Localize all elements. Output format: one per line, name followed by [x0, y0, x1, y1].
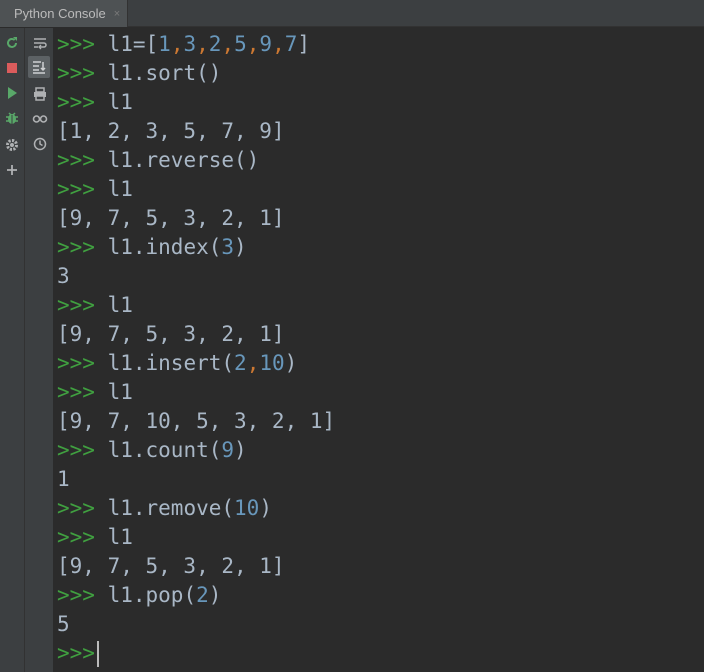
console-input-line: >>> l1 — [57, 88, 704, 117]
code-token: ) — [259, 496, 272, 520]
code-token: 10 — [234, 496, 260, 520]
tab-python-console[interactable]: Python Console × — [0, 0, 128, 27]
console-prompt: >>> — [57, 177, 95, 201]
code-token: ) — [284, 351, 298, 375]
console-prompt: >>> — [57, 380, 95, 404]
console-actions-toolbar — [0, 28, 25, 672]
console-output-line: [1, 2, 3, 5, 7, 9] — [57, 119, 285, 143]
code-token: , — [272, 32, 285, 56]
code-token: 3 — [221, 235, 235, 259]
debug-icon[interactable] — [2, 108, 22, 128]
code-token: , — [246, 351, 260, 375]
code-token: l1.remove( — [107, 496, 235, 520]
code-token: , — [196, 32, 209, 56]
rerun-icon[interactable] — [2, 33, 22, 53]
code-token: 9 — [259, 32, 273, 56]
console-output-line: 3 — [57, 264, 70, 288]
console-input-line: >>> l1=[1,3,2,5,9,7] — [57, 30, 704, 59]
code-token: 1 — [158, 32, 171, 56]
console-input-line: >>> l1.sort() — [57, 59, 704, 88]
code-token: 2 — [208, 32, 222, 56]
console-input-line: >>> l1.reverse() — [57, 146, 704, 175]
code-token: l1.index( — [107, 235, 222, 259]
code-token: 10 — [259, 351, 285, 375]
console-prompt: >>> — [57, 496, 95, 520]
code-token: l1.count( — [107, 438, 222, 462]
code-token: l1 — [107, 525, 133, 549]
code-token: ) — [234, 235, 247, 259]
text-caret — [96, 641, 99, 667]
console-input-line: >>> l1 — [57, 175, 704, 204]
close-icon[interactable]: × — [114, 8, 120, 20]
code-token: 7 — [284, 32, 298, 56]
console-prompt: >>> — [57, 90, 95, 114]
run-icon[interactable] — [2, 83, 22, 103]
code-token: l1 — [107, 90, 133, 114]
code-token: l1.sort() — [107, 61, 222, 85]
console-output-line: [9, 7, 5, 3, 2, 1] — [57, 554, 285, 578]
code-token: l1.insert( — [107, 351, 235, 375]
console-output-line: [9, 7, 10, 5, 3, 2, 1] — [57, 409, 336, 433]
code-token: l1=[ — [107, 32, 159, 56]
console-prompt: >>> — [57, 293, 95, 317]
tab-title: Python Console — [14, 6, 106, 21]
console-input-line: >>> l1.remove(10) — [57, 494, 704, 523]
variables-icon[interactable] — [30, 109, 50, 129]
console-prompt: >>> — [57, 32, 95, 56]
console-view-toolbar — [25, 28, 54, 672]
console-prompt: >>> — [57, 351, 95, 375]
console-input-line: >>> l1.count(9) — [57, 436, 704, 465]
code-token: 9 — [221, 438, 235, 462]
code-token: ) — [234, 438, 247, 462]
code-token: l1 — [107, 177, 133, 201]
console-input-line: >>> l1 — [57, 378, 704, 407]
print-icon[interactable] — [30, 84, 50, 104]
console-output[interactable]: >>> l1=[1,3,2,5,9,7] >>> l1.sort() >>> l1[… — [57, 30, 704, 672]
console-prompt: >>> — [57, 525, 95, 549]
console-input-line: >>> l1.pop(2) — [57, 581, 704, 610]
code-token: 2 — [196, 583, 209, 607]
console-input-line: >>> l1.index(3) — [57, 233, 704, 262]
scroll-to-end-icon[interactable] — [28, 56, 50, 78]
code-token: 2 — [234, 351, 247, 375]
code-token: l1.pop( — [107, 583, 197, 607]
history-icon[interactable] — [30, 134, 50, 154]
tab-bar: Python Console × — [0, 0, 704, 27]
code-token: l1 — [107, 380, 133, 404]
console-input-line: >>> l1.insert(2,10) — [57, 349, 704, 378]
console-output-line: [9, 7, 5, 3, 2, 1] — [57, 322, 285, 346]
code-token: , — [246, 32, 260, 56]
code-token: , — [221, 32, 235, 56]
console-input-line: >>> l1 — [57, 523, 704, 552]
code-token: 5 — [234, 32, 247, 56]
add-icon[interactable] — [2, 160, 22, 180]
settings-icon[interactable] — [2, 135, 22, 155]
code-token: ) — [208, 583, 222, 607]
stop-icon[interactable] — [2, 58, 22, 78]
code-token: , — [170, 32, 184, 56]
console-prompt: >>> — [57, 438, 95, 462]
console-prompt: >>> — [57, 61, 95, 85]
code-token: l1 — [107, 293, 133, 317]
console-prompt: >>> — [57, 583, 95, 607]
soft-wrap-icon[interactable] — [30, 33, 50, 53]
console-output-line: 1 — [57, 467, 70, 491]
console-output-line: 5 — [57, 612, 70, 636]
code-token: 3 — [183, 32, 197, 56]
console-prompt: >>> — [57, 235, 95, 259]
console-output-line: [9, 7, 5, 3, 2, 1] — [57, 206, 285, 230]
code-token: l1.reverse() — [107, 148, 260, 172]
console-prompt: >>> — [57, 641, 95, 665]
console-input-line: >>> l1 — [57, 291, 704, 320]
console-prompt: >>> — [57, 148, 95, 172]
code-token: ] — [297, 32, 311, 56]
console-active-input-line: >>> — [57, 639, 704, 668]
